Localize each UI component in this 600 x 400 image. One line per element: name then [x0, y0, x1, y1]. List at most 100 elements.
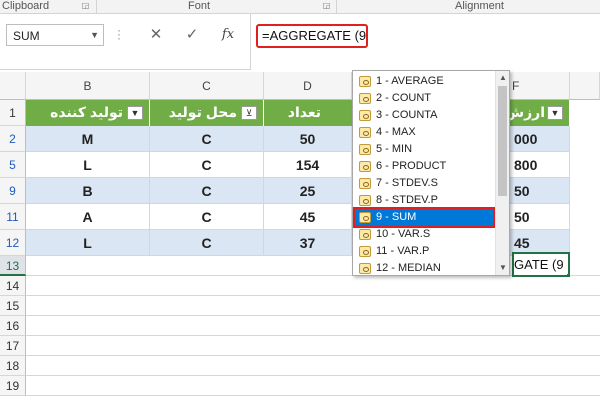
fill-handle[interactable] [566, 273, 568, 275]
row-header[interactable]: 9 [0, 178, 26, 204]
dropdown-option[interactable]: 4 - MAX [355, 124, 495, 141]
row-header[interactable]: 14 [0, 276, 26, 296]
scroll-thumb[interactable] [498, 86, 507, 196]
empty-row[interactable] [26, 296, 600, 316]
table-cell[interactable]: A [26, 204, 150, 230]
function-argument-dropdown: 1 - AVERAGE 2 - COUNT 3 - COUNTA 4 - MAX 5 -… [352, 70, 510, 276]
formula-bar-area: SUM ▼ · · · ✕ ✓ fx =AGGREGATE (9 [0, 14, 600, 70]
dropdown-option[interactable]: 12 - MEDIAN [355, 260, 495, 277]
table-cell[interactable]: 25 [264, 178, 352, 204]
font-group-label: Font [188, 0, 211, 12]
empty-row[interactable] [26, 376, 600, 396]
table-cell[interactable]: C [150, 178, 264, 204]
table-cell[interactable]: 50 [510, 178, 570, 204]
table-cell[interactable]: 000 [510, 126, 570, 152]
dropdown-option[interactable]: 6 - PRODUCT [355, 158, 495, 175]
dropdown-option-label: 11 - VAR.P [376, 245, 430, 257]
enum-value-icon [359, 229, 371, 240]
selected-option-highlight-box [353, 207, 495, 228]
dropdown-option[interactable]: 2 - COUNT [355, 90, 495, 107]
dropdown-option[interactable]: 1 - AVERAGE [355, 73, 495, 90]
table-cell[interactable]: 50 [510, 204, 570, 230]
enum-value-icon [359, 144, 371, 155]
row-header[interactable]: 5 [0, 152, 26, 178]
filter-active-icon[interactable]: ⊻ [241, 106, 257, 120]
scroll-down-icon[interactable]: ▼ [496, 261, 510, 275]
dropdown-scrollbar[interactable]: ▲ ▼ [495, 71, 509, 275]
table-cell[interactable]: C [150, 126, 264, 152]
header-cell-location: محل تولید ⊻ [150, 100, 264, 126]
empty-row[interactable] [26, 276, 600, 296]
table-cell[interactable]: C [150, 204, 264, 230]
table-cell[interactable]: 37 [264, 230, 352, 256]
column-header-g[interactable] [570, 72, 600, 100]
row-header[interactable]: 19 [0, 376, 26, 396]
dropdown-option[interactable]: 3 - COUNTA [355, 107, 495, 124]
insert-function-button[interactable]: fx [212, 24, 244, 46]
enum-value-icon [359, 263, 371, 274]
row-header[interactable]: 13 [0, 256, 26, 276]
header-label: محل تولید [168, 104, 237, 120]
function-icon: fx [221, 27, 235, 42]
table-cell[interactable]: L [26, 152, 150, 178]
column-header-b[interactable]: B [26, 72, 150, 100]
row-header[interactable]: 2 [0, 126, 26, 152]
dropdown-option[interactable]: 7 - STDEV.S [355, 175, 495, 192]
row-header-1[interactable]: 1 [0, 100, 26, 126]
filter-dropdown-icon[interactable]: ▼ [127, 106, 143, 120]
dropdown-option[interactable]: 11 - VAR.P [355, 243, 495, 260]
dropdown-option-label: 10 - VAR.S [376, 228, 431, 240]
row-header[interactable]: 17 [0, 336, 26, 356]
enum-value-icon [359, 93, 371, 104]
row-header[interactable]: 18 [0, 356, 26, 376]
dropdown-option-label: 5 - MIN [376, 143, 413, 155]
cancel-button[interactable]: ✕ [140, 24, 172, 46]
empty-row[interactable] [26, 356, 600, 376]
clipboard-launcher-icon[interactable]: ◲ [81, 2, 90, 11]
scroll-up-icon[interactable]: ▲ [496, 71, 510, 85]
drag-handle-icon[interactable]: · · · [116, 24, 122, 44]
table-cell[interactable]: 800 [510, 152, 570, 178]
table-cell[interactable]: 154 [264, 152, 352, 178]
enter-button[interactable]: ✓ [176, 24, 208, 46]
table-cell[interactable]: C [150, 230, 264, 256]
filter-dropdown-icon[interactable]: ▼ [547, 106, 563, 120]
chevron-down-icon[interactable]: ▼ [90, 30, 99, 40]
column-header-c[interactable]: C [150, 72, 264, 100]
table-cell[interactable]: 50 [264, 126, 352, 152]
row-header[interactable]: 12 [0, 230, 26, 256]
header-cell-count: تعداد [264, 100, 354, 126]
font-launcher-icon[interactable]: ◲ [322, 2, 331, 11]
row-header[interactable]: 15 [0, 296, 26, 316]
dropdown-option[interactable]: 10 - VAR.S [355, 226, 495, 243]
alignment-group-label: Alignment [455, 0, 504, 12]
dropdown-option[interactable]: 5 - MIN [355, 141, 495, 158]
ribbon-group-labels: Clipboard ◲ Font ◲ Alignment [0, 0, 600, 14]
clipboard-group-label: Clipboard [2, 0, 50, 12]
active-cell-f13[interactable]: GATE (9 [512, 252, 570, 277]
dropdown-option-label: 4 - MAX [376, 126, 416, 138]
dropdown-option-label: 3 - COUNTA [376, 109, 438, 121]
table-cell[interactable]: L [26, 230, 150, 256]
dropdown-option-label: 6 - PRODUCT [376, 160, 447, 172]
ribbon-divider [96, 0, 97, 14]
name-box[interactable]: SUM ▼ [6, 24, 104, 46]
empty-row[interactable] [26, 336, 600, 356]
select-all-corner[interactable] [0, 72, 26, 100]
enum-value-icon [359, 178, 371, 189]
row-header[interactable]: 16 [0, 316, 26, 336]
table-cell[interactable]: B [26, 178, 150, 204]
enum-value-icon [359, 127, 371, 138]
table-cell[interactable]: 45 [264, 204, 352, 230]
header-label: تولید کننده [50, 104, 123, 120]
dropdown-option-label: 2 - COUNT [376, 92, 431, 104]
header-label: ارزش [504, 104, 545, 120]
row-header[interactable]: 11 [0, 204, 26, 230]
dropdown-option-label: 1 - AVERAGE [376, 75, 444, 87]
table-cell[interactable]: C [150, 152, 264, 178]
close-icon: ✕ [149, 26, 163, 43]
column-header-f[interactable]: F [510, 72, 570, 100]
column-header-d[interactable]: D [264, 72, 352, 100]
table-cell[interactable]: M [26, 126, 150, 152]
empty-row[interactable] [26, 316, 600, 336]
